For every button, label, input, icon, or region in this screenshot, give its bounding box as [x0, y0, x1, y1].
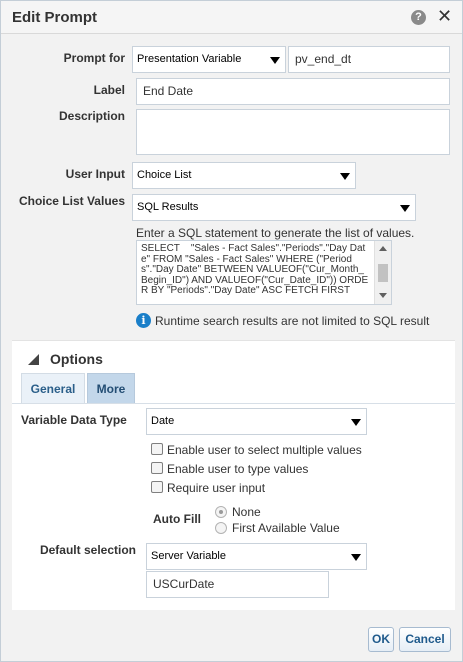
cancel-button[interactable]: Cancel: [399, 627, 451, 652]
user-input-select[interactable]: Choice List: [132, 162, 356, 189]
runtime-note-text: Runtime search results are not limited t…: [155, 314, 430, 328]
checkbox-type-values[interactable]: [151, 462, 163, 474]
default-selection-value: Server Variable: [151, 550, 226, 562]
checkbox-require-input[interactable]: [151, 481, 163, 493]
auto-fill-label: Auto Fill: [153, 512, 201, 526]
scroll-thumb[interactable]: [378, 264, 388, 282]
description-textarea[interactable]: [136, 109, 450, 155]
edit-prompt-dialog: Edit Prompt ? ✕ Prompt for Presentation …: [0, 0, 463, 662]
radio-auto-fill-none-label: None: [232, 505, 261, 519]
variable-data-type-label: Variable Data Type: [21, 413, 127, 427]
user-input-value: Choice List: [137, 169, 192, 181]
sql-scrollbar[interactable]: [374, 241, 391, 304]
options-header: Options: [50, 351, 103, 367]
scroll-up-icon[interactable]: [379, 246, 387, 251]
sql-statement-text: SELECT "Sales - Fact Sales"."Periods"."D…: [141, 243, 369, 296]
variable-data-type-value: Date: [151, 415, 175, 427]
sql-instruction-text: Enter a SQL statement to generate the li…: [136, 226, 415, 240]
radio-auto-fill-first[interactable]: [215, 522, 227, 534]
radio-auto-fill-none[interactable]: [215, 506, 227, 518]
tab-divider: [12, 403, 455, 404]
help-icon[interactable]: ?: [411, 10, 426, 25]
dialog-title: Edit Prompt: [12, 9, 97, 26]
ok-button[interactable]: OK: [368, 627, 394, 652]
chevron-down-icon: [400, 204, 410, 212]
checkbox-type-values-label: Enable user to type values: [167, 462, 309, 476]
choice-list-values-select[interactable]: SQL Results: [132, 194, 416, 221]
close-icon[interactable]: ✕: [437, 6, 452, 27]
collapse-triangle-icon[interactable]: [28, 354, 39, 365]
info-icon: i: [136, 313, 151, 328]
chevron-down-icon: [351, 553, 361, 561]
prompt-for-type-select[interactable]: Presentation Variable: [132, 46, 286, 73]
default-selection-label: Default selection: [39, 543, 136, 557]
sql-statement-textarea[interactable]: SELECT "Sales - Fact Sales"."Periods"."D…: [136, 240, 392, 305]
radio-auto-fill-first-label: First Available Value: [232, 521, 340, 535]
chevron-down-icon: [270, 56, 280, 64]
checkbox-multiple-values-label: Enable user to select multiple values: [167, 443, 362, 457]
checkbox-require-input-label: Require user input: [167, 481, 266, 495]
default-selection-variable-input[interactable]: USCurDate: [146, 571, 329, 598]
prompt-for-type-value: Presentation Variable: [137, 53, 242, 65]
description-label: Description: [58, 109, 125, 123]
default-selection-select[interactable]: Server Variable: [146, 543, 367, 570]
prompt-for-variable-input[interactable]: pv_end_dt: [288, 46, 450, 73]
scroll-down-icon[interactable]: [379, 293, 387, 298]
choice-list-values-value: SQL Results: [137, 201, 199, 213]
checkbox-multiple-values[interactable]: [151, 443, 163, 455]
user-input-label: User Input: [65, 167, 125, 181]
tab-general[interactable]: General: [21, 373, 85, 403]
tab-more[interactable]: More: [87, 373, 135, 403]
label-input[interactable]: End Date: [136, 78, 450, 105]
chevron-down-icon: [340, 172, 350, 180]
choice-list-values-label: Choice List Values: [18, 194, 125, 208]
label-label: Label: [93, 83, 125, 97]
prompt-for-label: Prompt for: [63, 51, 125, 65]
dialog-titlebar: Edit Prompt ? ✕: [1, 1, 462, 34]
chevron-down-icon: [351, 418, 361, 426]
variable-data-type-select[interactable]: Date: [146, 408, 367, 435]
